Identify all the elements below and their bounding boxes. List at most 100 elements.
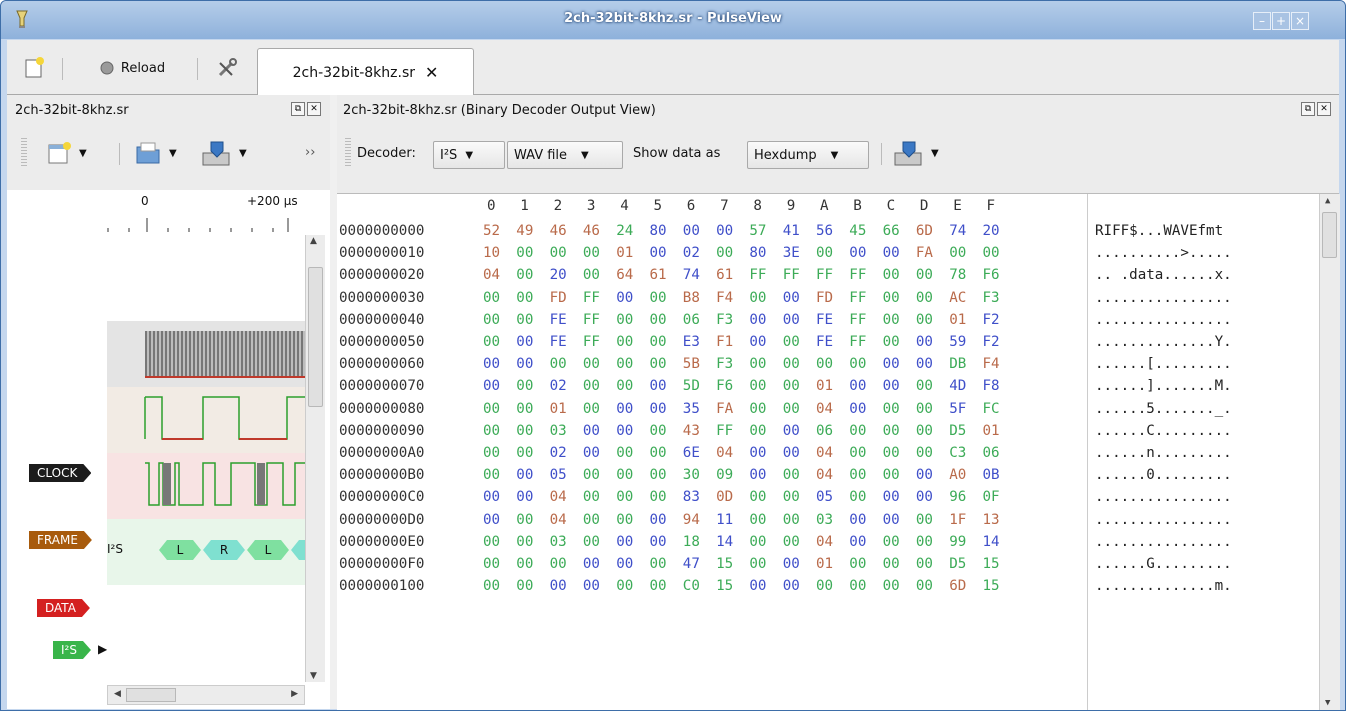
hexdump-row[interactable]: 0000000080 00 00 01 00 00 00 35 FA 00 00 04 00 00 00 5F… [337,398,1317,420]
hex-byte[interactable]: 00 [683,220,700,242]
hexdump-row[interactable]: 0000000050 00 00 FE FF 00 00 E3 F1 00 00 FE FF 00 00 59… [337,331,1317,353]
hex-byte[interactable]: 00 [650,309,667,331]
open-file-button[interactable]: ▼ [135,141,177,165]
hex-byte[interactable]: FF [583,331,600,353]
hex-byte[interactable]: A0 [949,464,966,486]
hexdump-row[interactable]: 00000000B0 00 00 05 00 00 00 30 09 00 00 04 00 00 00 A0… [337,464,1317,486]
hex-byte[interactable]: B8 [683,287,700,309]
hex-byte[interactable]: 00 [916,398,933,420]
hex-byte[interactable]: 5B [683,353,700,375]
toolbar-overflow-button[interactable]: ›› [305,145,315,160]
hex-byte[interactable]: 00 [783,486,800,508]
hex-byte[interactable]: 3E [783,242,800,264]
hex-byte[interactable]: 00 [616,398,633,420]
annotation-r[interactable]: R [203,540,245,560]
hex-byte[interactable]: 00 [749,331,766,353]
hex-byte[interactable]: 15 [716,553,733,575]
hex-byte[interactable]: 00 [749,420,766,442]
close-window-button[interactable]: × [1291,12,1309,30]
hex-byte[interactable]: 00 [650,464,667,486]
hex-byte[interactable]: 00 [916,309,933,331]
hex-byte[interactable]: 00 [849,509,866,531]
hex-byte[interactable]: D5 [949,553,966,575]
hex-byte[interactable]: 66 [883,220,900,242]
hex-byte[interactable]: 00 [883,242,900,264]
hex-byte[interactable]: FF [583,287,600,309]
new-view-button[interactable]: ▼ [47,141,87,165]
hex-byte[interactable]: 47 [683,553,700,575]
hex-byte[interactable]: 00 [949,242,966,264]
hex-byte[interactable]: 6D [916,220,933,242]
hex-byte[interactable]: F3 [716,309,733,331]
hex-byte[interactable]: 0D [716,486,733,508]
hex-byte[interactable]: 80 [749,242,766,264]
hexdump-row[interactable]: 0000000000 52 49 46 46 24 80 00 00 57 41 56 45 66 6D 74… [337,220,1317,242]
hex-byte[interactable]: 00 [816,575,833,597]
hex-byte[interactable]: 00 [883,553,900,575]
hex-byte[interactable]: 00 [849,442,866,464]
hex-byte[interactable]: 00 [916,486,933,508]
hex-byte[interactable]: C3 [949,442,966,464]
hex-byte[interactable]: 00 [849,353,866,375]
hex-byte[interactable]: 00 [583,420,600,442]
hex-byte[interactable]: 02 [683,242,700,264]
hex-byte[interactable]: 06 [683,309,700,331]
save-output-button[interactable]: ▼ [893,139,939,167]
hex-byte[interactable]: 04 [550,509,567,531]
hex-byte[interactable]: 99 [949,531,966,553]
hex-byte[interactable]: 00 [483,420,500,442]
hex-byte[interactable]: 00 [916,375,933,397]
hex-byte[interactable]: 02 [550,442,567,464]
hex-byte[interactable]: F6 [983,264,1000,286]
close-panel-button[interactable]: ✕ [1317,102,1331,116]
hex-byte[interactable]: 00 [883,464,900,486]
hex-byte[interactable]: 14 [983,531,1000,553]
hex-byte[interactable]: 00 [883,575,900,597]
hexdump-row[interactable]: 0000000020 04 00 20 00 64 61 74 61 FF FF FF FF 00 00 78… [337,264,1317,286]
hex-byte[interactable]: 00 [883,509,900,531]
hex-byte[interactable]: 00 [616,553,633,575]
hex-byte[interactable]: 00 [616,331,633,353]
hex-byte[interactable]: 00 [783,375,800,397]
hexdump-vertical-scrollbar[interactable]: ▲ ▼ [1319,194,1340,710]
hex-byte[interactable]: 00 [516,309,533,331]
hex-byte[interactable]: 00 [916,287,933,309]
hex-byte[interactable]: 00 [916,553,933,575]
hex-byte[interactable]: 00 [749,442,766,464]
hex-byte[interactable]: 02 [550,375,567,397]
hex-byte[interactable]: 00 [583,486,600,508]
hex-byte[interactable]: 00 [650,553,667,575]
hex-byte[interactable]: 00 [883,398,900,420]
hex-byte[interactable]: 00 [516,464,533,486]
hex-byte[interactable]: 43 [683,420,700,442]
decoder-select[interactable]: I²S ▼ [433,141,505,169]
hex-byte[interactable]: 00 [583,509,600,531]
hex-byte[interactable]: 00 [583,353,600,375]
hex-byte[interactable]: 00 [650,398,667,420]
hex-byte[interactable]: F1 [716,331,733,353]
hex-byte[interactable]: 00 [550,242,567,264]
hex-byte[interactable]: 00 [749,531,766,553]
hex-byte[interactable]: 6D [949,575,966,597]
close-panel-button[interactable]: ✕ [307,102,321,116]
signal-label-i2s[interactable]: I²S [53,641,91,659]
hex-byte[interactable]: 24 [616,220,633,242]
hex-byte[interactable]: 00 [650,375,667,397]
hex-byte[interactable]: 46 [583,220,600,242]
hex-byte[interactable]: FD [550,287,567,309]
hex-byte[interactable]: 00 [916,420,933,442]
hex-byte[interactable]: 00 [483,331,500,353]
hex-byte[interactable]: 00 [483,464,500,486]
hex-byte[interactable]: 52 [483,220,500,242]
hex-byte[interactable]: 00 [749,509,766,531]
hex-byte[interactable]: 00 [516,575,533,597]
hex-byte[interactable]: 00 [749,287,766,309]
hex-byte[interactable]: D5 [949,420,966,442]
hex-byte[interactable]: 01 [616,242,633,264]
hex-byte[interactable]: 10 [483,242,500,264]
hex-byte[interactable]: 04 [483,264,500,286]
hexdump-row[interactable]: 0000000040 00 00 FE FF 00 00 06 F3 00 00 FE FF 00 00 01… [337,309,1317,331]
hex-byte[interactable]: 15 [716,575,733,597]
hex-byte[interactable]: 00 [516,398,533,420]
hex-byte[interactable]: 00 [650,353,667,375]
